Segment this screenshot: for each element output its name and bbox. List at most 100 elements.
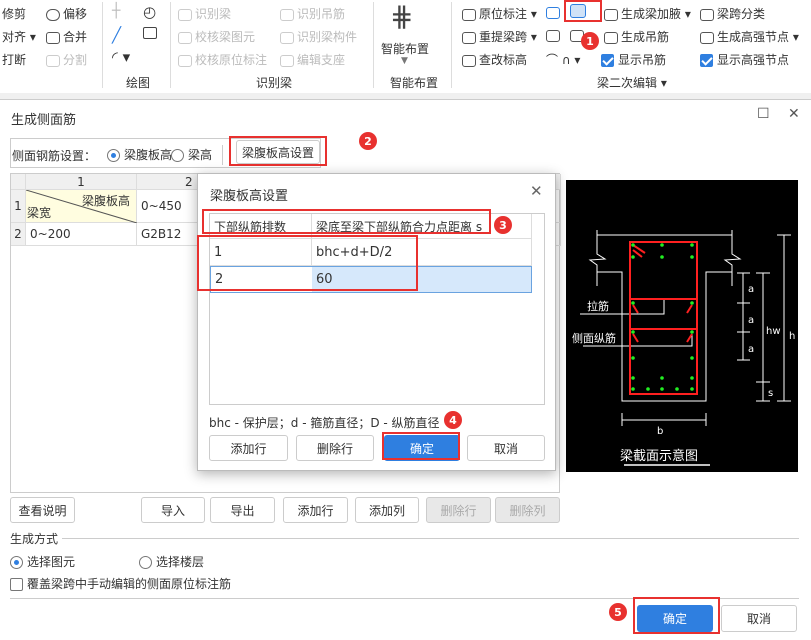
check-element-button[interactable]: 校核梁图元 — [178, 28, 255, 45]
radio-icon — [171, 149, 184, 162]
radio-select-floor[interactable]: 选择楼层 — [139, 553, 204, 570]
offset-label: 偏移 — [63, 7, 88, 21]
point-icon[interactable]: ┼ — [112, 3, 120, 19]
delete-column-button[interactable]: 删除列 — [495, 497, 560, 523]
break-button[interactable]: 打断 — [2, 51, 26, 68]
close-icon[interactable]: ✕ — [788, 106, 800, 122]
label: 校核原位标注 — [195, 53, 268, 67]
in-situ-annotation-button[interactable]: 原位标注 ▾ — [462, 5, 537, 22]
tie-label: 拉筋 — [587, 299, 609, 313]
add-row-button[interactable]: 添加行 — [209, 435, 288, 461]
merge-label: 合并 — [63, 30, 88, 44]
checkbox-icon — [700, 54, 713, 67]
override-checkbox[interactable]: 覆盖梁跨中手动编辑的侧面原位标注筋 — [10, 575, 231, 592]
rebar-dot — [690, 243, 694, 247]
label: 查改标高 — [479, 53, 528, 67]
stirrup-icon[interactable]: ⌒ ∩ ▾ — [546, 51, 580, 68]
label: 重提梁跨 — [479, 30, 528, 44]
edit-support-icon — [280, 54, 294, 67]
align-button[interactable]: 对齐 ▾ — [2, 28, 36, 45]
line-icon[interactable]: ╱ — [112, 26, 121, 44]
label: 生成吊筋 — [621, 30, 670, 44]
split-label: 分割 — [63, 53, 88, 67]
dim-hw: hw — [766, 326, 781, 337]
identify-hanger-button[interactable]: 识别吊筋 — [280, 5, 345, 22]
radio-beam-height[interactable]: 梁高 — [171, 146, 212, 163]
gen-hanger-button[interactable]: 生成吊筋 — [604, 28, 669, 45]
show-hs-node-checkbox[interactable]: 显示高强节点 — [700, 51, 789, 68]
rebar-dot — [660, 376, 664, 380]
label: 选择图元 — [27, 555, 76, 569]
rebar-dot — [631, 387, 635, 391]
filter-icon[interactable] — [546, 5, 563, 19]
identify-beam-button[interactable]: 识别梁 — [178, 5, 231, 22]
edit-support-button[interactable]: 编辑支座 — [280, 51, 345, 68]
dim-a: a — [748, 284, 754, 295]
ribbon: 修剪 偏移 对齐 ▾ 合并 打断 分割 ┼ ◴ ╱ ◜ ▾ 绘图 识别梁 校核梁… — [0, 0, 811, 95]
gen-hs-node-button[interactable]: 生成高强节点 ▾ — [700, 28, 799, 45]
annotation-box-2 — [229, 136, 327, 166]
identify-component-button[interactable]: 识别梁构件 — [280, 28, 357, 45]
rebar-dot — [690, 330, 694, 334]
span-classify-icon — [700, 8, 714, 21]
delete-row-button[interactable]: 删除行 — [296, 435, 374, 461]
chevron-down-icon[interactable]: ▼ — [401, 56, 408, 66]
divider — [62, 538, 799, 539]
rebar-dot — [690, 301, 694, 305]
trim-button[interactable]: 修剪 — [2, 5, 26, 22]
offset-button[interactable]: 偏移 — [46, 5, 87, 22]
side-bar-label: 侧面纵筋 — [572, 331, 616, 345]
re-span-icon — [462, 31, 476, 44]
radio-select-element[interactable]: 选择图元 — [10, 553, 75, 570]
annotation-box-1 — [564, 0, 602, 22]
merge-button[interactable]: 合并 — [46, 28, 87, 45]
badge-1: 1 — [581, 32, 599, 50]
maximize-icon[interactable]: ☐ — [757, 106, 770, 122]
add-row-button[interactable]: 添加行 — [283, 497, 348, 523]
annotation-box-5 — [633, 597, 720, 634]
annotation-box-rows — [197, 235, 418, 291]
export-button[interactable]: 导出 — [210, 497, 275, 523]
re-span-button[interactable]: 重提梁跨 ▾ — [462, 28, 537, 45]
cancel-button[interactable]: 取消 — [721, 605, 797, 632]
dim-a: a — [748, 344, 754, 355]
span-classify-button[interactable]: 梁跨分类 — [700, 5, 765, 22]
circle-icon[interactable]: ◴ — [143, 3, 156, 21]
show-hanger-checkbox[interactable]: 显示吊筋 — [601, 51, 666, 68]
view-help-button[interactable]: 查看说明 — [10, 497, 75, 523]
label: 识别吊筋 — [297, 7, 346, 21]
identify-group-label: 识别梁 — [256, 76, 293, 90]
label: 校核梁图元 — [195, 30, 256, 44]
label: 识别梁 — [195, 7, 232, 21]
label: 选择楼层 — [156, 555, 205, 569]
hs-node-icon — [700, 31, 714, 44]
gen-haunch-button[interactable]: 生成梁加腋 ▾ — [604, 5, 691, 22]
rebar-dot — [631, 255, 635, 259]
dialog-title: 生成侧面筋 — [11, 113, 77, 128]
divider — [451, 2, 452, 88]
arc-icon[interactable]: ◜ ▾ — [112, 48, 130, 66]
cancel-button[interactable]: 取消 — [467, 435, 545, 461]
rect-icon[interactable] — [143, 27, 157, 39]
delete-row-button[interactable]: 删除行 — [426, 497, 491, 523]
corner-cell[interactable]: 梁腹板高 梁宽 — [26, 190, 137, 223]
check-elevation-button[interactable]: 查改标高 — [462, 51, 527, 68]
grid-cell[interactable]: 0~200 — [26, 223, 137, 246]
dim-a: a — [748, 315, 754, 326]
rebar-dot — [660, 243, 664, 247]
import-button[interactable]: 导入 — [141, 497, 205, 523]
rebar-dot — [631, 243, 635, 247]
search-icon[interactable] — [546, 28, 563, 42]
merge-icon — [46, 31, 60, 44]
split-button[interactable]: 分割 — [46, 51, 87, 68]
checkbox-icon — [601, 54, 614, 67]
add-column-button[interactable]: 添加列 — [355, 497, 419, 523]
smart-layout-icon[interactable]: ⋕ — [390, 2, 413, 32]
corner-bottom-label: 梁宽 — [27, 206, 52, 220]
smart-layout-button[interactable]: 智能布置 — [381, 40, 429, 57]
radio-icon — [107, 149, 120, 162]
close-icon[interactable]: ✕ — [530, 182, 543, 200]
check-annotation-button[interactable]: 校核原位标注 — [178, 51, 267, 68]
rebar-dot — [660, 255, 664, 259]
radio-web-height[interactable]: 梁腹板高 — [107, 146, 172, 163]
